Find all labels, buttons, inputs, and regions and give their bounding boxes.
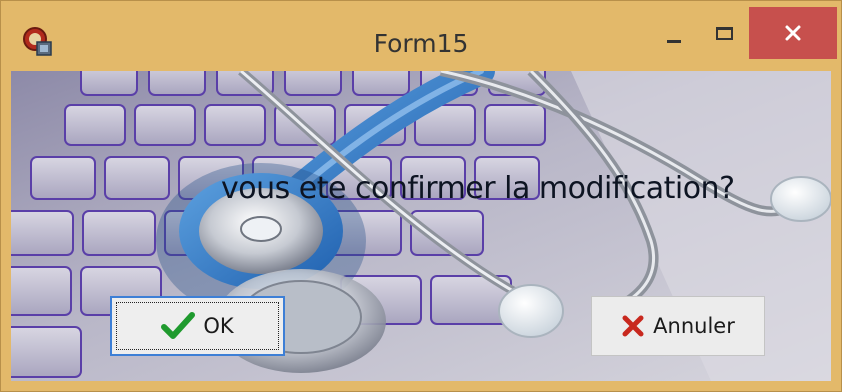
close-button[interactable] bbox=[749, 7, 837, 59]
minimize-icon bbox=[667, 39, 681, 43]
ok-button[interactable]: OK bbox=[110, 296, 285, 356]
title-bar[interactable]: Form15 bbox=[1, 1, 841, 65]
close-icon bbox=[785, 25, 801, 41]
focus-rectangle bbox=[116, 302, 279, 350]
minimize-button[interactable] bbox=[651, 9, 697, 63]
maximize-button[interactable] bbox=[701, 9, 747, 63]
cancel-button-label: Annuler bbox=[653, 314, 735, 338]
dialog-window: Form15 vous ete confirmer la modificatio… bbox=[0, 0, 842, 392]
confirmation-message: vous ete confirmer la modification? bbox=[221, 171, 735, 206]
dialog-content: vous ete confirmer la modification? OK A… bbox=[11, 71, 831, 381]
cancel-button[interactable]: Annuler bbox=[591, 296, 765, 356]
maximize-icon bbox=[715, 26, 733, 40]
x-cross-icon bbox=[621, 314, 645, 338]
